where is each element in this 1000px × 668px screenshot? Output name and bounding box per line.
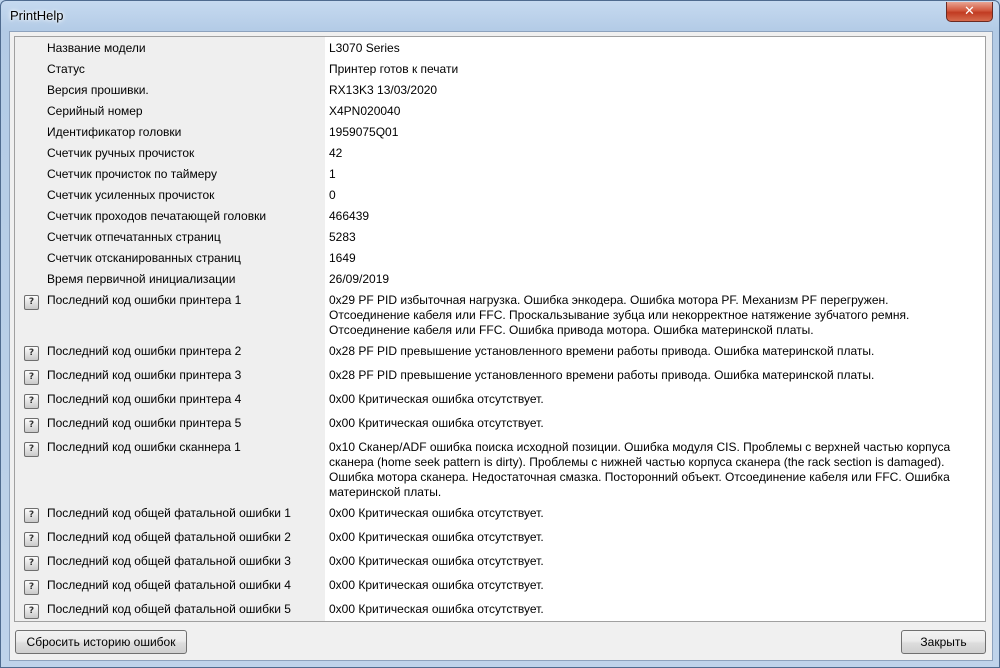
row-value: Принтер готов к печати bbox=[329, 62, 459, 76]
row-value: 0x00 Критическая ошибка отсутствует. bbox=[329, 554, 544, 568]
row-value: 5283 bbox=[329, 230, 356, 244]
help-icon[interactable]: ? bbox=[24, 604, 39, 619]
row-value: 1649 bbox=[329, 251, 356, 265]
close-button[interactable]: Закрыть bbox=[901, 630, 986, 654]
row-value: 0x00 Критическая ошибка отсутствует. bbox=[329, 602, 544, 616]
help-icon[interactable]: ? bbox=[24, 442, 39, 457]
row-label: Последний код общей фатальной ошибки 1 bbox=[47, 506, 291, 520]
row-value: L3070 Series bbox=[329, 41, 400, 55]
row-value: RX13K3 13/03/2020 bbox=[329, 83, 438, 97]
row-label: Время первичной инициализации bbox=[47, 272, 236, 286]
row-label: Последний код ошибки принтера 2 bbox=[47, 344, 242, 358]
help-icon[interactable]: ? bbox=[24, 532, 39, 547]
row-label: Идентификатор головки bbox=[47, 125, 182, 139]
help-icon[interactable]: ? bbox=[24, 580, 39, 595]
row-label: Последний код общей фатальной ошибки 2 bbox=[47, 530, 291, 544]
help-icon[interactable]: ? bbox=[24, 508, 39, 523]
row-value: 0x00 Критическая ошибка отсутствует. bbox=[329, 506, 544, 520]
row-label: Счетчик отсканированных страниц bbox=[47, 251, 241, 265]
row-label: Последний код ошибки принтера 4 bbox=[47, 392, 242, 406]
info-list[interactable]: Название модели L3070 Series Статус Принтер… bbox=[14, 36, 986, 622]
row-value: 1959075Q01 bbox=[329, 125, 399, 139]
help-icon[interactable]: ? bbox=[24, 295, 39, 310]
row-value: 42 bbox=[329, 146, 343, 160]
row-value: 1 bbox=[329, 167, 336, 181]
row-label: Счетчик прочисток по таймеру bbox=[47, 167, 217, 181]
row-label: Последний код ошибки сканнера 1 bbox=[47, 440, 241, 454]
row-label: Последний код общей фатальной ошибки 4 bbox=[47, 578, 291, 592]
row-value: 0 bbox=[329, 188, 336, 202]
row-label: Статус bbox=[47, 62, 85, 76]
window-close-button[interactable]: ✕ bbox=[946, 2, 993, 22]
row-value: 0x00 Критическая ошибка отсутствует. bbox=[329, 392, 544, 406]
reset-error-history-button[interactable]: Сбросить историю ошибок bbox=[15, 630, 187, 654]
row-value: 26/09/2019 bbox=[329, 272, 390, 286]
row-label: Последний код ошибки принтера 1 bbox=[47, 293, 242, 307]
title-bar: PrintHelp ✕ bbox=[1, 1, 999, 29]
printhelp-window: PrintHelp ✕ Название модели L3070 Series С… bbox=[0, 0, 1000, 668]
window-title: PrintHelp bbox=[10, 8, 64, 23]
row-value: 0x29 PF PID избыточная нагрузка. Ошибка … bbox=[329, 293, 910, 337]
row-label: Последний код общей фатальной ошибки 3 bbox=[47, 554, 291, 568]
help-icon[interactable]: ? bbox=[24, 394, 39, 409]
help-icon[interactable]: ? bbox=[24, 370, 39, 385]
help-icon[interactable]: ? bbox=[24, 346, 39, 361]
row-label: Название модели bbox=[47, 41, 146, 55]
row-label: Счетчик отпечатанных страниц bbox=[47, 230, 221, 244]
row-value: 0x00 Критическая ошибка отсутствует. bbox=[329, 578, 544, 592]
row-label: Серийный номер bbox=[47, 104, 143, 118]
row-value: 0x00 Критическая ошибка отсутствует. bbox=[329, 530, 544, 544]
client-area: Название модели L3070 Series Статус Принтер… bbox=[9, 31, 993, 661]
help-icon[interactable]: ? bbox=[24, 418, 39, 433]
row-label: Последний код ошибки принтера 3 bbox=[47, 368, 242, 382]
row-label: Последний код ошибки принтера 5 bbox=[47, 416, 242, 430]
row-value: 0x28 PF PID превышение установленного вр… bbox=[329, 368, 875, 382]
help-icon[interactable]: ? bbox=[24, 556, 39, 571]
row-value: 0x28 PF PID превышение установленного вр… bbox=[329, 344, 875, 358]
row-value: 0x10 Сканер/ADF ошибка поиска исходной п… bbox=[329, 440, 951, 499]
row-label: Последний код общей фатальной ошибки 5 bbox=[47, 602, 291, 616]
row-label: Счетчик усиленных прочисток bbox=[47, 188, 215, 202]
row-value: 466439 bbox=[329, 209, 370, 223]
row-label: Счетчик проходов печатающей головки bbox=[47, 209, 267, 223]
row-value: X4PN020040 bbox=[329, 104, 401, 118]
row-label: Версия прошивки. bbox=[47, 83, 149, 97]
row-label: Счетчик ручных прочисток bbox=[47, 146, 195, 160]
row-value: 0x00 Критическая ошибка отсутствует. bbox=[329, 416, 544, 430]
